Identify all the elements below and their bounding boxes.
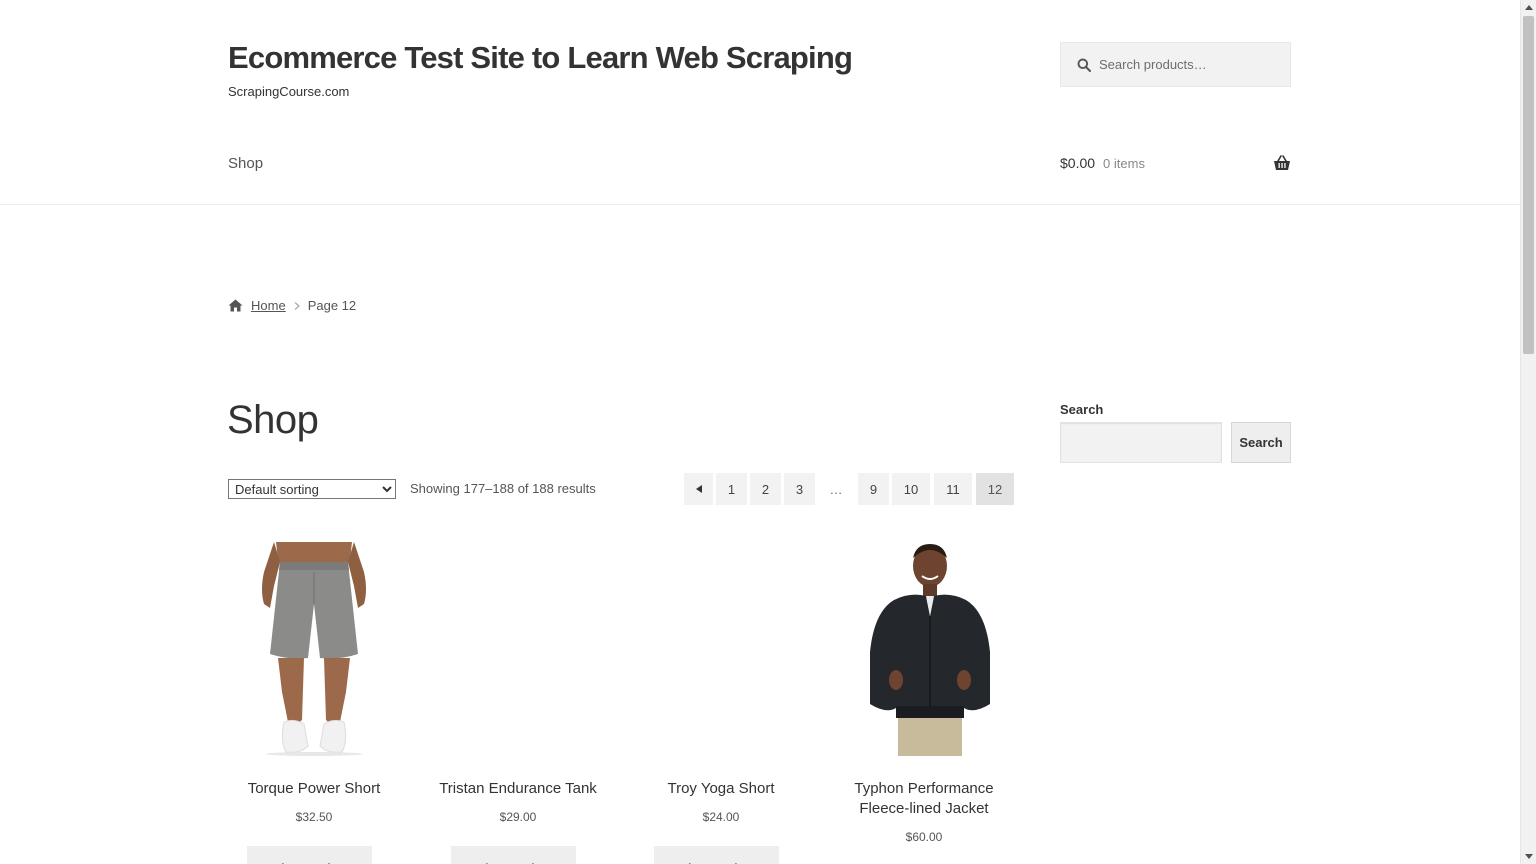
- product-image-typhon-jacket[interactable]: [834, 542, 1014, 756]
- pagination-page[interactable]: 3: [784, 473, 815, 505]
- sorting-select[interactable]: Default sorting: [228, 479, 396, 499]
- product-search-input[interactable]: [1099, 57, 1279, 72]
- product-price: $24.00: [702, 810, 740, 824]
- product-price: $29.00: [499, 810, 537, 824]
- pagination-current-page: 12: [976, 473, 1014, 505]
- page: Ecommerce Test Site to Learn Web Scrapin…: [0, 0, 1520, 864]
- header-cart[interactable]: $0.00 0 items: [1060, 155, 1291, 171]
- breadcrumb-home-link[interactable]: Home: [251, 298, 286, 313]
- breadcrumb: Home Page 12: [228, 298, 356, 313]
- product-title[interactable]: Troy Yoga Short: [631, 779, 811, 799]
- product-card: Tristan Endurance Tank $29.00 Select opt…: [428, 542, 608, 864]
- basket-icon[interactable]: [1273, 155, 1291, 171]
- chevron-right-icon: [294, 301, 300, 310]
- product-image-torque-power-short[interactable]: [224, 542, 404, 756]
- pagination-ellipsis: …: [829, 481, 843, 497]
- select-options-button[interactable]: Select options: [654, 846, 779, 864]
- product-search-box[interactable]: [1060, 42, 1291, 87]
- pagination-page[interactable]: 11: [934, 473, 972, 505]
- vertical-scrollbar[interactable]: [1520, 0, 1536, 864]
- product-title[interactable]: Typhon Performance Fleece-lined Jacket: [834, 779, 1014, 819]
- home-icon: [228, 299, 243, 312]
- product-image-placeholder[interactable]: [428, 542, 608, 756]
- cart-amount[interactable]: $0.00: [1060, 155, 1095, 171]
- chevron-left-icon: [695, 485, 702, 493]
- nav-item-shop[interactable]: Shop: [228, 155, 263, 172]
- pagination-page[interactable]: 10: [892, 473, 930, 505]
- sidebar-search-input[interactable]: [1060, 422, 1222, 463]
- pagination-prev-button[interactable]: [684, 473, 713, 505]
- pagination-page[interactable]: 2: [750, 473, 781, 505]
- site-title[interactable]: Ecommerce Test Site to Learn Web Scrapin…: [228, 40, 853, 76]
- site-description: ScrapingCourse.com: [228, 84, 350, 99]
- product-image-jacket: [870, 544, 990, 756]
- page-title: Shop: [227, 398, 319, 442]
- product-card: Torque Power Short $32.50 Select options: [224, 542, 404, 864]
- scroll-down-arrow-icon[interactable]: [1525, 854, 1533, 859]
- result-count: Showing 177–188 of 188 results: [410, 481, 596, 496]
- pagination-page[interactable]: 1: [716, 473, 747, 505]
- product-title[interactable]: Tristan Endurance Tank: [428, 779, 608, 799]
- select-options-button[interactable]: Select options: [247, 846, 372, 864]
- sidebar-search-button[interactable]: Search: [1231, 422, 1291, 463]
- sidebar-search-label: Search: [1060, 402, 1104, 417]
- breadcrumb-current: Page 12: [307, 298, 357, 313]
- pagination-page[interactable]: 9: [858, 473, 889, 505]
- select-options-button[interactable]: Select options: [451, 846, 576, 864]
- product-price: $60.00: [905, 830, 943, 844]
- scrollbar-thumb[interactable]: [1523, 16, 1534, 354]
- product-image-placeholder[interactable]: [631, 542, 811, 756]
- product-card: Typhon Performance Fleece-lined Jacket $…: [834, 542, 1014, 844]
- header-divider: [0, 204, 1520, 205]
- product-image-shorts: [262, 542, 366, 756]
- cart-item-count[interactable]: 0 items: [1103, 156, 1145, 171]
- product-title[interactable]: Torque Power Short: [224, 779, 404, 799]
- product-card: Troy Yoga Short $24.00 Select options: [631, 542, 811, 864]
- product-price: $32.50: [295, 810, 333, 824]
- scroll-up-arrow-icon[interactable]: [1525, 5, 1533, 10]
- search-icon: [1077, 58, 1091, 72]
